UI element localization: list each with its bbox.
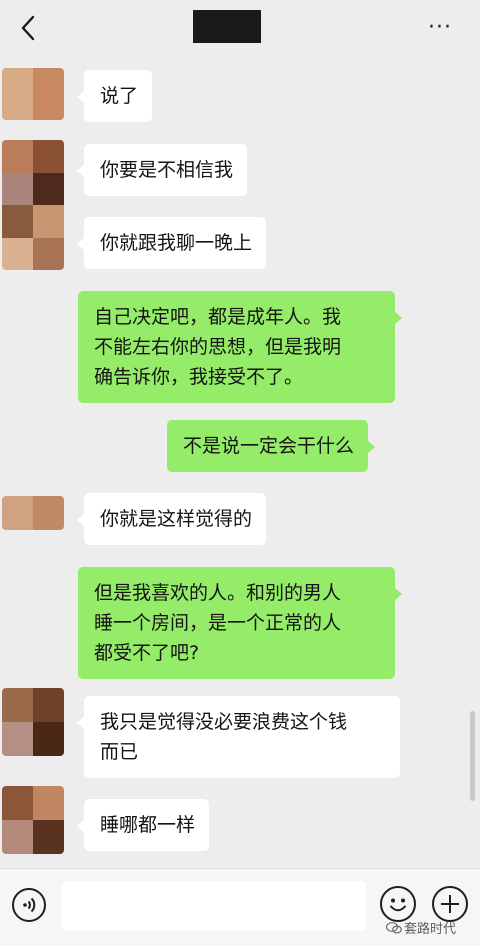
message-input[interactable]	[62, 881, 366, 931]
avatar[interactable]	[2, 68, 64, 120]
more-dots-icon[interactable]: ···	[428, 17, 462, 39]
message-bubble-incoming[interactable]: 你就是这样觉得的	[76, 493, 267, 545]
plus-icon[interactable]	[432, 886, 468, 922]
message-bubble-incoming[interactable]: 说了	[76, 70, 153, 122]
message-bubble-incoming[interactable]: 我只是觉得没必要浪费这个钱 而已	[77, 696, 400, 778]
avatar[interactable]	[2, 786, 64, 854]
voice-icon[interactable]	[12, 888, 46, 922]
avatar[interactable]	[2, 688, 64, 756]
wechat-logo-icon	[385, 920, 402, 934]
message-bubble-incoming[interactable]: 你要是不相信我	[76, 144, 248, 196]
input-bar: 套路时代	[0, 868, 480, 946]
chevron-left-icon[interactable]	[18, 14, 40, 42]
scrollbar[interactable]	[470, 711, 475, 801]
message-list[interactable]: 说了 你要是不相信我 你就跟我聊一晚上 自己决定吧，都是成年人。我 不能左右你的…	[0, 56, 480, 868]
watermark-text: 套路时代	[404, 922, 457, 937]
contact-name-redacted	[193, 10, 261, 43]
emoji-icon[interactable]	[380, 886, 416, 922]
avatar[interactable]	[2, 140, 64, 270]
message-bubble-outgoing[interactable]: 但是我喜欢的人。和别的男人 睡一个房间，是一个正常的人 都受不了吧?	[78, 567, 402, 679]
avatar[interactable]	[2, 496, 64, 530]
message-bubble-incoming[interactable]: 睡哪都一样	[76, 799, 210, 851]
message-bubble-outgoing[interactable]: 自己决定吧，都是成年人。我 不能左右你的思想，但是我明 确告诉你，我接受不了。	[78, 291, 402, 403]
watermark: 套路时代	[385, 919, 457, 941]
message-bubble-incoming[interactable]: 你就跟我聊一晚上	[76, 217, 267, 269]
chat-header: ···	[0, 0, 480, 56]
message-bubble-outgoing[interactable]: 不是说一定会干什么	[167, 420, 376, 472]
